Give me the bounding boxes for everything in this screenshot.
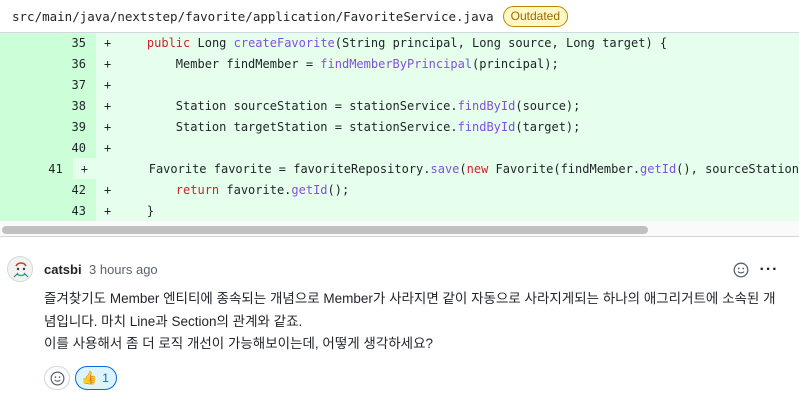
thumbs-up-icon: 👍 bbox=[81, 370, 98, 385]
line-number[interactable]: 40 bbox=[0, 137, 96, 159]
diff-line: 38 + Station sourceStation = stationServi… bbox=[0, 95, 799, 117]
code-token: (String principal, Long source, Long tar… bbox=[334, 36, 668, 51]
line-number[interactable]: 43 bbox=[0, 200, 96, 221]
code-token: Favorite favorite = favoriteRepository. bbox=[90, 161, 431, 176]
diff-line: 37 + bbox=[0, 74, 799, 96]
line-number[interactable]: 37 bbox=[0, 74, 96, 96]
smiley-icon bbox=[50, 371, 64, 385]
line-number[interactable]: 39 bbox=[0, 116, 96, 138]
comment-line: 이를 사용해서 좀 더 로직 개선이 가능해보이는데, 어떻게 생각하세요? bbox=[44, 336, 434, 351]
code-token: Member findMember = bbox=[118, 57, 321, 72]
addition-marker: + bbox=[104, 140, 112, 155]
code-token: findMemberByPrincipal bbox=[320, 57, 473, 72]
code-token: (target); bbox=[515, 120, 581, 134]
addition-marker: + bbox=[104, 120, 112, 134]
code-token: Favorite(findMember. bbox=[488, 161, 641, 176]
code-token: (source); bbox=[515, 99, 581, 114]
review-comment: catsbi 3 hours ago ··· 즐겨찾기도 Member 엔티티에… bbox=[0, 238, 799, 401]
outdated-badge: Outdated bbox=[502, 5, 569, 27]
addition-marker: + bbox=[104, 99, 112, 114]
addition-marker: + bbox=[104, 182, 112, 197]
comment-timestamp[interactable]: 3 hours ago bbox=[89, 262, 158, 277]
code-line: return favorite.getId(); bbox=[118, 183, 349, 197]
addition-marker: + bbox=[104, 78, 112, 93]
code-token: new bbox=[466, 161, 489, 176]
reactions-bar: 👍 1 bbox=[44, 366, 117, 390]
diff-line: 41 + Favorite favorite = favoriteReposito… bbox=[0, 158, 799, 180]
avatar[interactable] bbox=[7, 256, 33, 282]
diff-line: 42 + return favorite.getId(); bbox=[0, 179, 799, 201]
addition-marker: + bbox=[104, 36, 112, 51]
code-token: Station sourceStation = stationService. bbox=[118, 99, 458, 114]
code-line: public Long createFavorite(String princi… bbox=[118, 36, 667, 50]
file-header: src/main/java/nextstep/favorite/applicat… bbox=[0, 0, 799, 33]
diff-line: 36 + Member findMember = findMemberByPrin… bbox=[0, 53, 799, 75]
comment-line: 즐겨찾기도 Member 엔티티에 종속되는 개념으로 Member가 사라지면… bbox=[44, 291, 776, 306]
code-token: ( bbox=[459, 161, 467, 176]
line-number[interactable]: 41 bbox=[0, 158, 73, 180]
code-token: Station targetStation = stationService. bbox=[118, 120, 458, 134]
code-token: Long bbox=[190, 36, 234, 51]
diff-line: 43 + } bbox=[0, 200, 799, 221]
comment-author[interactable]: catsbi bbox=[44, 262, 82, 277]
code-line: Member findMember = findMemberByPrincipa… bbox=[118, 57, 559, 71]
add-reaction-button[interactable] bbox=[44, 366, 70, 390]
add-reaction-icon[interactable] bbox=[731, 260, 751, 280]
code-token: createFavorite bbox=[233, 36, 335, 51]
code-token: public bbox=[146, 36, 191, 51]
code-token: favorite. bbox=[219, 182, 292, 197]
comment-actions: ··· bbox=[731, 260, 779, 280]
line-number[interactable]: 35 bbox=[0, 33, 96, 54]
diff-view: 35 + public Long createFavorite(String pr… bbox=[0, 33, 799, 221]
code-line: } bbox=[118, 204, 154, 218]
line-number[interactable]: 42 bbox=[0, 179, 96, 201]
code-line: Favorite favorite = favoriteRepository.s… bbox=[91, 162, 799, 176]
line-number[interactable]: 36 bbox=[0, 53, 96, 75]
comment-line: 념입니다. 마치 Line과 Section의 관계와 같죠. bbox=[44, 313, 303, 329]
horizontal-scrollbar[interactable] bbox=[0, 221, 799, 237]
diff-line: 35 + public Long createFavorite(String pr… bbox=[0, 33, 799, 54]
more-options-icon[interactable]: ··· bbox=[759, 260, 779, 280]
code-token: (), sourceStation bbox=[676, 161, 799, 176]
scrollbar-thumb[interactable] bbox=[2, 226, 648, 234]
code-token: getId bbox=[640, 161, 677, 176]
thumbs-up-reaction[interactable]: 👍 1 bbox=[75, 366, 117, 390]
code-token: findById bbox=[457, 120, 516, 134]
code-token: return bbox=[175, 182, 220, 197]
code-token: (); bbox=[327, 182, 350, 197]
code-token: save bbox=[430, 161, 460, 176]
code-line: Station targetStation = stationService.f… bbox=[118, 120, 581, 134]
code-line: Station sourceStation = stationService.f… bbox=[118, 99, 581, 114]
comment-body: 즐겨찾기도 Member 엔티티에 종속되는 개념으로 Member가 사라지면… bbox=[44, 288, 784, 356]
diff-line: 39 + Station targetStation = stationServi… bbox=[0, 116, 799, 138]
reaction-count: 1 bbox=[102, 371, 109, 385]
code-token: getId bbox=[291, 182, 328, 197]
addition-marker: + bbox=[104, 57, 112, 72]
code-token: (principal); bbox=[472, 57, 559, 72]
addition-marker: + bbox=[80, 161, 88, 176]
line-number[interactable]: 38 bbox=[0, 95, 96, 117]
code-token: findById bbox=[457, 99, 516, 114]
diff-line: 40 + bbox=[0, 137, 799, 159]
file-path[interactable]: src/main/java/nextstep/favorite/applicat… bbox=[12, 9, 494, 24]
code-token: } bbox=[118, 203, 155, 218]
addition-marker: + bbox=[104, 203, 112, 218]
